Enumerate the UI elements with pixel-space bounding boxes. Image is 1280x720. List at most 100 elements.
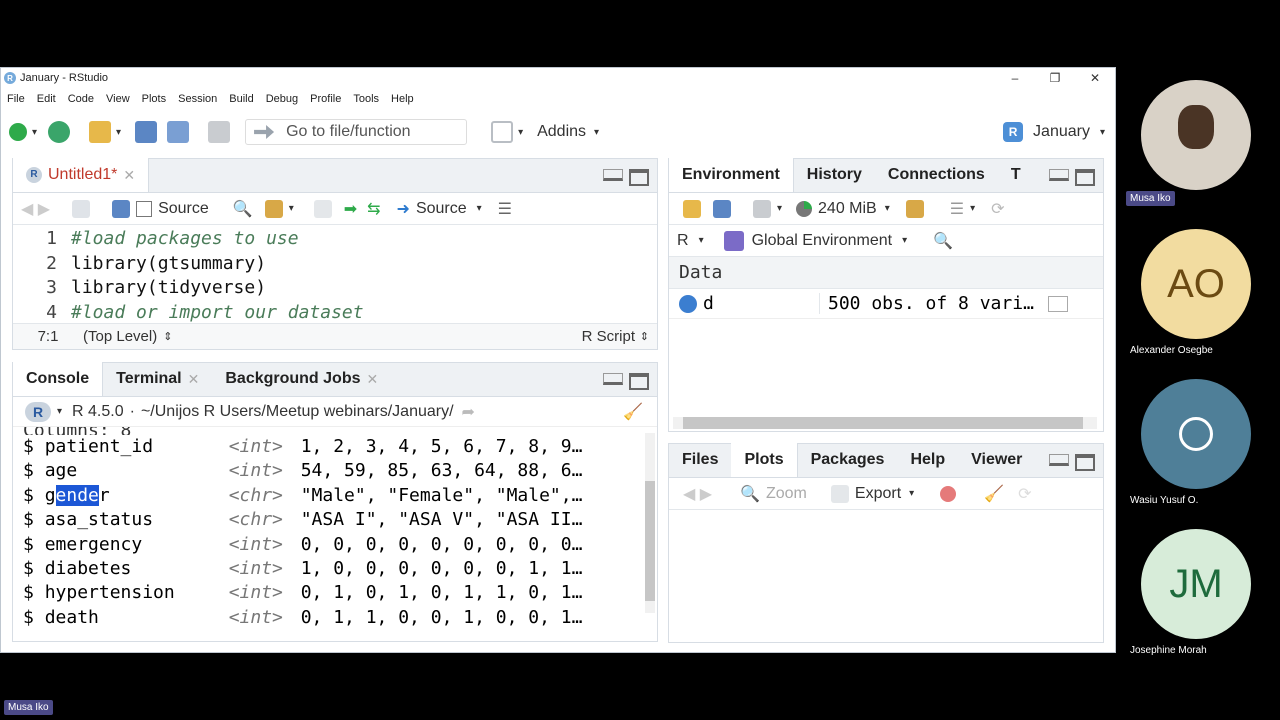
tab-packages[interactable]: Packages xyxy=(798,443,898,477)
memory-usage[interactable]: 240 MiB xyxy=(818,200,877,218)
source-on-save-checkbox[interactable] xyxy=(136,200,153,217)
minimize-pane-button[interactable] xyxy=(603,169,623,181)
clear-plots-broom-icon[interactable]: 🧹 xyxy=(984,484,1004,504)
tab-viewer[interactable]: Viewer xyxy=(958,443,1035,477)
code-tools-wand-icon[interactable] xyxy=(264,199,283,218)
tab-untitled1[interactable]: R Untitled1* ✕ xyxy=(13,158,150,192)
tab-plots[interactable]: Plots xyxy=(731,443,798,477)
export-dropdown-icon[interactable]: ▾ xyxy=(909,488,914,499)
minimize-env-button[interactable] xyxy=(1049,169,1069,181)
search-icon[interactable]: 🔍 xyxy=(233,199,253,219)
print-icon[interactable] xyxy=(208,121,231,143)
open-dropdown-icon[interactable]: ▾ xyxy=(116,127,121,138)
tab-history[interactable]: History xyxy=(794,158,875,192)
code-editor[interactable]: 1 #load packages to use 2 library(gtsummar… xyxy=(13,225,657,325)
save-workspace-icon[interactable] xyxy=(713,199,731,218)
list-view-icon[interactable]: ☰ xyxy=(950,199,964,219)
menu-debug[interactable]: Debug xyxy=(260,90,304,108)
source-dropdown-icon[interactable]: ▾ xyxy=(477,203,482,214)
menu-tools[interactable]: Tools xyxy=(347,90,385,108)
menu-plots[interactable]: Plots xyxy=(136,90,172,108)
remove-plot-icon[interactable] xyxy=(940,485,957,502)
console-scrollbar-thumb[interactable] xyxy=(645,481,655,601)
addins-button[interactable]: Addins xyxy=(537,123,586,141)
menu-code[interactable]: Code xyxy=(62,90,100,108)
env-dropdown-icon[interactable]: ▾ xyxy=(902,235,907,246)
console-output[interactable]: Columns: 8 $ patient_id<int>1, 2, 3, 4, … xyxy=(13,427,657,630)
menu-edit[interactable]: Edit xyxy=(31,90,62,108)
close-button[interactable]: ✕ xyxy=(1075,68,1115,88)
tab-connections[interactable]: Connections xyxy=(875,158,998,192)
tab-background-jobs[interactable]: Background Jobs ✕ xyxy=(212,362,391,396)
source-arrow-icon[interactable]: ➜ xyxy=(397,199,410,219)
minimize-files-button[interactable] xyxy=(1049,454,1069,466)
menu-help[interactable]: Help xyxy=(385,90,420,108)
menu-view[interactable]: View xyxy=(100,90,136,108)
tab-files[interactable]: Files xyxy=(669,443,731,477)
maximize-env-button[interactable] xyxy=(1075,169,1095,186)
import-dataset-icon[interactable] xyxy=(753,199,771,218)
maximize-console-button[interactable] xyxy=(629,373,649,390)
menu-build[interactable]: Build xyxy=(223,90,259,108)
zoom-button[interactable]: Zoom xyxy=(766,485,807,503)
participant-tile[interactable]: AO Alexander Osegbe xyxy=(1130,229,1270,356)
menu-file[interactable]: File xyxy=(1,90,31,108)
close-tab-icon[interactable]: ✕ xyxy=(123,158,135,192)
maximize-button[interactable]: ❐ xyxy=(1035,68,1075,88)
zoom-icon[interactable]: 🔍 xyxy=(740,484,760,504)
clear-objects-broom-icon[interactable] xyxy=(905,199,924,218)
run-line-icon[interactable]: ➡ xyxy=(344,199,357,219)
menu-profile[interactable]: Profile xyxy=(304,90,347,108)
env-hscrollbar-thumb[interactable] xyxy=(683,417,1083,429)
back-icon[interactable]: ◀ ▶ xyxy=(21,199,50,219)
code-tools-dropdown-icon[interactable]: ▾ xyxy=(289,203,294,214)
save-all-icon[interactable] xyxy=(167,121,190,143)
minimize-console-button[interactable] xyxy=(603,373,623,385)
export-button[interactable]: Export xyxy=(855,485,901,503)
save-file-icon[interactable] xyxy=(112,199,131,218)
memory-dropdown-icon[interactable]: ▾ xyxy=(885,203,890,214)
refresh-icon[interactable]: ⟳ xyxy=(991,199,1004,219)
open-file-icon[interactable] xyxy=(89,121,112,143)
tab-tutorial[interactable]: T xyxy=(998,158,1034,192)
env-object-row[interactable]: d 500 obs. of 8 vari… xyxy=(669,289,1103,319)
env-search-icon[interactable]: 🔍 xyxy=(933,231,953,251)
close-jobs-icon[interactable]: ✕ xyxy=(367,362,379,396)
participant-tile[interactable]: Musa Iko xyxy=(1126,80,1270,206)
r-version-dropdown-icon[interactable]: ▾ xyxy=(57,406,62,417)
load-workspace-icon[interactable] xyxy=(683,199,701,218)
compile-report-icon[interactable] xyxy=(313,199,332,218)
participant-tile[interactable]: Wasiu Yusuf O. xyxy=(1130,379,1270,506)
rerun-icon[interactable]: ⇆ xyxy=(367,199,380,219)
maximize-files-button[interactable] xyxy=(1075,454,1095,471)
maximize-pane-button[interactable] xyxy=(629,169,649,186)
save-icon[interactable] xyxy=(135,121,158,143)
refresh-plot-icon[interactable]: ⟳ xyxy=(1018,484,1031,504)
env-scope-select[interactable]: Global Environment xyxy=(752,232,893,250)
source-button[interactable]: Source xyxy=(416,200,467,218)
env-hscrollbar[interactable] xyxy=(673,417,1097,429)
tab-environment[interactable]: Environment xyxy=(669,158,794,192)
export-icon[interactable] xyxy=(830,484,849,503)
working-directory[interactable]: ~/Unijos R Users/Meetup webinars/January… xyxy=(141,403,454,421)
addins-dropdown-icon[interactable]: ▾ xyxy=(594,127,599,138)
view-dropdown-icon[interactable]: ▾ xyxy=(970,203,975,214)
menu-session[interactable]: Session xyxy=(172,90,223,108)
tab-terminal[interactable]: Terminal ✕ xyxy=(103,362,212,396)
expand-object-icon[interactable] xyxy=(679,294,697,313)
tab-help[interactable]: Help xyxy=(897,443,958,477)
show-in-window-icon[interactable] xyxy=(72,199,91,218)
close-terminal-icon[interactable]: ✕ xyxy=(188,362,200,396)
scope-indicator[interactable]: (Top Level) xyxy=(83,328,157,345)
console-scrollbar[interactable] xyxy=(645,433,655,613)
file-type[interactable]: R Script xyxy=(582,328,635,345)
outline-icon[interactable]: ☰ xyxy=(498,199,512,219)
language-dropdown-icon[interactable]: ▾ xyxy=(699,235,704,246)
goto-dir-arrow-icon[interactable]: ➦ xyxy=(462,402,475,422)
new-file-icon[interactable] xyxy=(9,123,27,141)
clear-console-broom-icon[interactable]: 🧹 xyxy=(623,402,643,422)
view-table-icon[interactable] xyxy=(1047,295,1068,312)
tab-console[interactable]: Console xyxy=(13,362,104,396)
plot-prev-next-icon[interactable]: ◀ ▶ xyxy=(683,484,712,504)
import-dropdown-icon[interactable]: ▾ xyxy=(777,203,782,214)
